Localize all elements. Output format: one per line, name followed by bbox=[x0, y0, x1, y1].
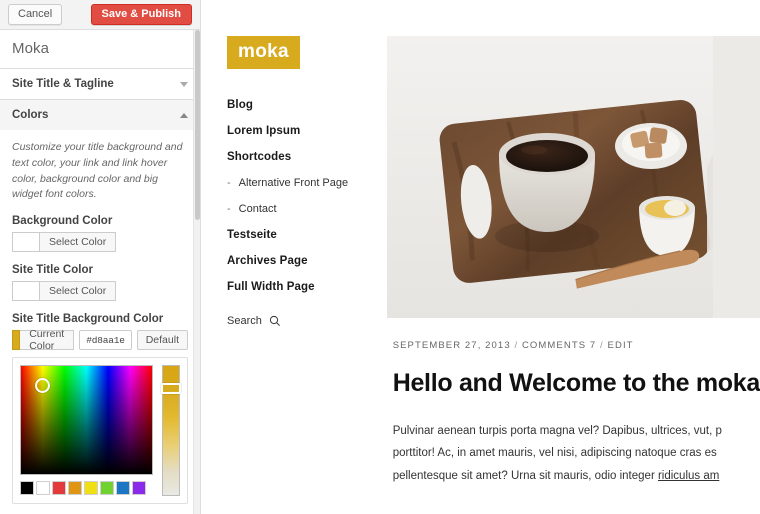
select-color-button-site-title[interactable]: Select Color bbox=[40, 281, 117, 301]
section-header-site-title-tagline[interactable]: Site Title & Tagline bbox=[0, 69, 200, 99]
save-and-publish-button[interactable]: Save & Publish bbox=[90, 3, 192, 26]
color-control: Select Color bbox=[12, 232, 188, 252]
chevron-down-icon bbox=[180, 81, 188, 87]
nav-item-shortcodes[interactable]: Shortcodes bbox=[227, 151, 387, 163]
site-preview: moka Blog Lorem Ipsum Shortcodes - Alter… bbox=[201, 0, 760, 514]
colors-description: Customize your title background and text… bbox=[12, 141, 183, 201]
field-label: Site Title Color bbox=[12, 264, 93, 276]
field-label: Background Color bbox=[12, 215, 113, 227]
customizer-app: Cancel Save & Publish Moka Site Title & … bbox=[0, 0, 760, 514]
nav-subitem-label: Contact bbox=[238, 203, 277, 215]
post-body: Pulvinar aenean turpis porta magna vel? … bbox=[393, 420, 760, 487]
search-icon[interactable] bbox=[269, 315, 281, 327]
preset-swatch-red[interactable] bbox=[52, 481, 66, 495]
nav-subitem-contact[interactable]: - Contact bbox=[227, 203, 387, 215]
chevron-up-icon bbox=[180, 112, 188, 118]
preset-swatch-black[interactable] bbox=[20, 481, 34, 495]
site-navigation: Blog Lorem Ipsum Shortcodes - Alternativ… bbox=[227, 99, 387, 293]
meta-separator: / bbox=[600, 340, 604, 351]
sidebar-scrollbar-thumb[interactable] bbox=[195, 30, 200, 220]
search-input[interactable]: Search bbox=[227, 315, 387, 327]
post-edit-link[interactable]: EDIT bbox=[608, 340, 634, 351]
post-meta: SEPTEMBER 27, 2013 / COMMENTS 7 / EDIT bbox=[393, 340, 760, 351]
colors-panel-body: Customize your title background and text… bbox=[0, 130, 200, 514]
post-body-line-3: pellentesque sit amet? Urna sit mauris, … bbox=[393, 465, 760, 487]
featured-image[interactable] bbox=[386, 36, 760, 318]
nav-subitem-alternative-front-page[interactable]: - Alternative Front Page bbox=[227, 177, 387, 189]
color-control: Select Color bbox=[12, 281, 188, 301]
nav-item-lorem-ipsum[interactable]: Lorem Ipsum bbox=[227, 125, 387, 137]
hex-value-input[interactable]: #d8aa1e bbox=[79, 330, 132, 350]
post-title[interactable]: Hello and Welcome to the moka bbox=[393, 369, 760, 398]
featured-image-graphic bbox=[386, 36, 719, 318]
post-date: SEPTEMBER 27, 2013 bbox=[392, 340, 511, 351]
preset-swatch-row bbox=[20, 481, 153, 495]
section-header-colors[interactable]: Colors bbox=[0, 100, 200, 130]
customizer-sidebar: Cancel Save & Publish Moka Site Title & … bbox=[0, 0, 201, 514]
brightness-slider-handle[interactable] bbox=[161, 383, 181, 394]
preset-swatch-blue[interactable] bbox=[116, 481, 130, 495]
preset-swatch-orange[interactable] bbox=[68, 481, 82, 495]
section-label: Colors bbox=[12, 109, 49, 121]
sidebar-scroll-area: Site Title & Tagline Colors Customize yo… bbox=[0, 69, 200, 514]
nav-subitem-label: Alternative Front Page bbox=[238, 177, 349, 189]
color-picker-cursor[interactable] bbox=[35, 378, 50, 393]
post-comments-link[interactable]: COMMENTS 7 bbox=[522, 340, 596, 351]
field-label: Site Title Background Color bbox=[12, 313, 164, 325]
nav-item-full-width-page[interactable]: Full Width Page bbox=[227, 281, 387, 293]
post-column: SEPTEMBER 27, 2013 / COMMENTS 7 / EDIT H… bbox=[386, 0, 760, 514]
theme-name-title: Moka bbox=[0, 30, 200, 69]
color-control: Current Color #d8aa1e Default bbox=[12, 328, 188, 352]
nav-item-blog[interactable]: Blog bbox=[227, 99, 387, 111]
site-logo[interactable]: moka bbox=[227, 36, 300, 69]
post-body-line-2: porttitor! Ac, in amet mauris, vel nisi,… bbox=[392, 447, 717, 460]
preset-swatch-yellow[interactable] bbox=[84, 481, 98, 495]
bullet-dash-icon: - bbox=[227, 203, 231, 215]
preset-swatch-white[interactable] bbox=[36, 481, 50, 495]
post-body-line-1: Pulvinar aenean turpis porta magna vel? … bbox=[392, 425, 722, 437]
nav-item-archives-page[interactable]: Archives Page bbox=[227, 255, 387, 267]
post-body-line-3-text: pellentesque sit amet? Urna sit mauris, … bbox=[392, 469, 658, 482]
bullet-dash-icon: - bbox=[227, 177, 231, 189]
nav-item-testseite[interactable]: Testseite bbox=[227, 229, 387, 241]
site-header-column: moka Blog Lorem Ipsum Shortcodes - Alter… bbox=[201, 0, 387, 514]
sidebar-scrollbar[interactable] bbox=[193, 30, 200, 514]
search-label: Search bbox=[227, 315, 262, 327]
saturation-brightness-area[interactable] bbox=[20, 365, 153, 475]
color-swatch-site-title[interactable] bbox=[12, 281, 40, 301]
color-picker-panel bbox=[12, 357, 188, 504]
field-site-title-background-color: Site Title Background Color Current Colo… bbox=[12, 313, 188, 504]
field-site-title-color: Site Title Color Select Color bbox=[12, 264, 188, 301]
section-label: Site Title & Tagline bbox=[12, 78, 114, 90]
current-color-button[interactable]: Current Color bbox=[20, 328, 75, 352]
brightness-slider[interactable] bbox=[161, 365, 181, 496]
color-swatch-site-title-background[interactable] bbox=[12, 330, 21, 350]
color-picker-left bbox=[20, 365, 153, 496]
post-body-inline-link[interactable]: ridiculus am bbox=[658, 470, 719, 482]
section-site-title-tagline: Site Title & Tagline bbox=[0, 69, 200, 100]
color-swatch-background[interactable] bbox=[12, 232, 40, 252]
default-color-button[interactable]: Default bbox=[136, 330, 188, 350]
preset-swatch-green[interactable] bbox=[100, 481, 114, 495]
field-background-color: Background Color Select Color bbox=[12, 215, 188, 252]
preset-swatch-purple[interactable] bbox=[132, 481, 146, 495]
cancel-button[interactable]: Cancel bbox=[8, 3, 63, 26]
select-color-button-background[interactable]: Select Color bbox=[40, 232, 117, 252]
meta-separator: / bbox=[514, 340, 519, 351]
customizer-toolbar: Cancel Save & Publish bbox=[0, 0, 200, 30]
section-colors: Colors Customize your title background a… bbox=[0, 100, 200, 514]
